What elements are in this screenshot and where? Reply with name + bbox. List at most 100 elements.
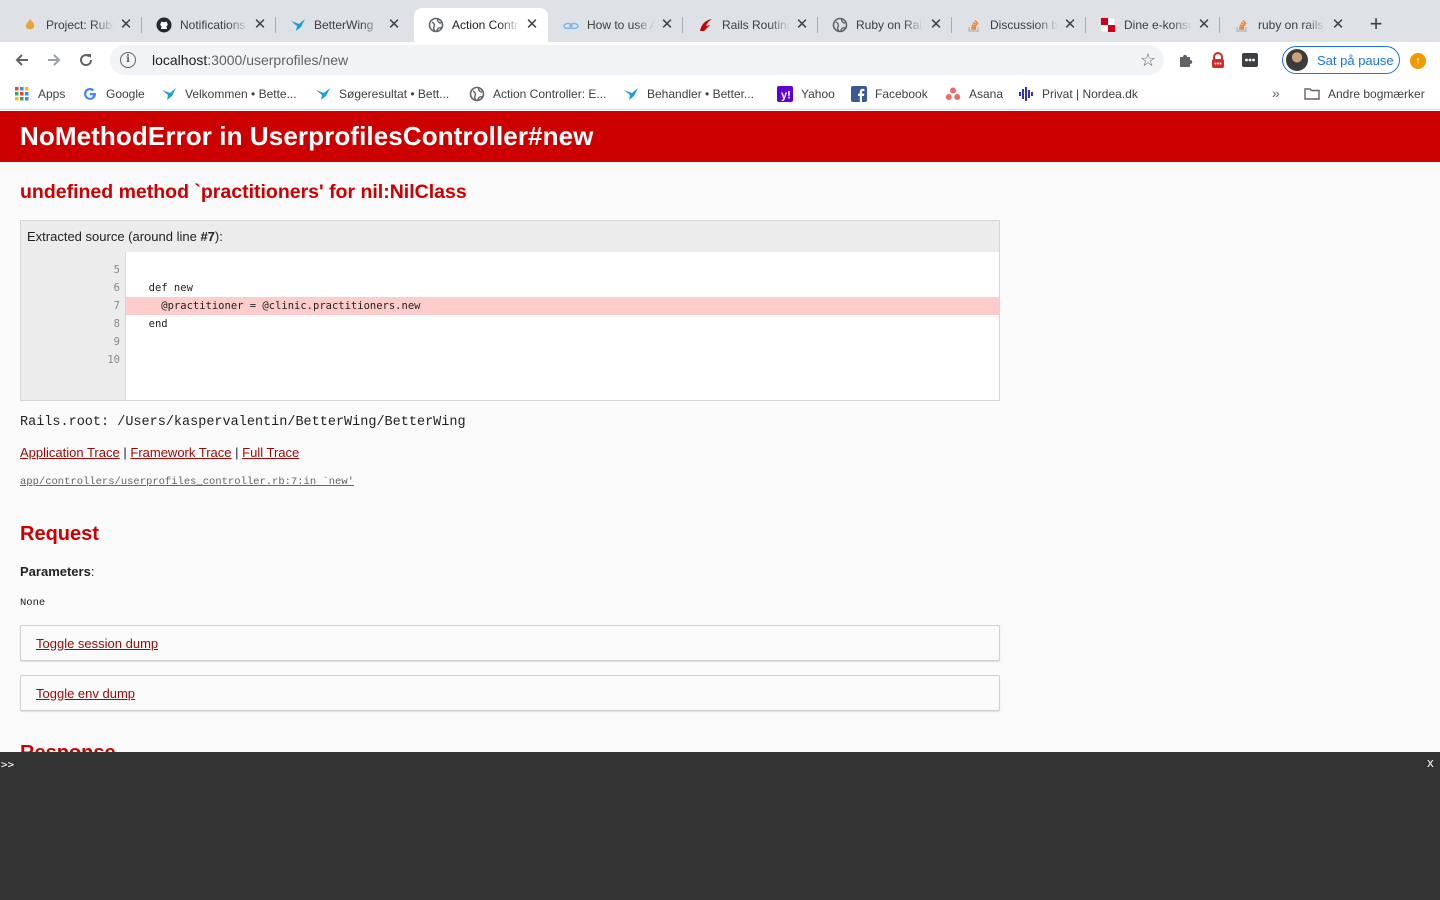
forward-button[interactable] (42, 48, 66, 72)
close-icon[interactable]: ✕ (524, 17, 540, 33)
bookmark-behandler[interactable]: Behandler • Better... (623, 85, 754, 103)
tab-ruby-on-rails[interactable]: Ruby on Rails ✕ (818, 8, 952, 42)
tab-ruby-on-rails-so[interactable]: ruby on rails ✕ (1220, 8, 1354, 42)
svg-text:y!: y! (781, 90, 791, 102)
bookmark-label: Yahoo (801, 87, 835, 101)
star-icon[interactable]: ☆ (1140, 51, 1156, 69)
close-icon[interactable]: ✕ (659, 17, 675, 33)
profile-button[interactable]: Sat på pause (1282, 46, 1400, 74)
bookmark-nordea[interactable]: Privat | Nordea.dk (1018, 85, 1138, 103)
info-icon[interactable]: i (120, 52, 136, 68)
page-title: NoMethodError in UserprofilesController#… (20, 121, 594, 151)
bookmark-label: Privat | Nordea.dk (1042, 87, 1138, 101)
toggle-session-dump-link[interactable]: Toggle session dump (36, 636, 158, 651)
betterwing-icon (161, 86, 177, 102)
close-icon[interactable]: ✕ (1330, 17, 1346, 33)
nordea-icon (1018, 86, 1034, 102)
reload-button[interactable] (74, 48, 98, 72)
close-icon[interactable]: ✕ (1196, 17, 1212, 33)
tab-strip: Project: Ruby on Rails ✕ Notifications ✕… (0, 0, 1440, 42)
new-tab-button[interactable]: + (1364, 13, 1388, 37)
reload-icon (80, 54, 93, 67)
code-line-highlighted: 7 @practitioner = @clinic.practitioners.… (21, 297, 999, 315)
console-close-button[interactable]: x (1427, 756, 1434, 770)
tab-how-to-use[interactable]: How to use Action ✕ (549, 8, 683, 42)
globe-icon (469, 86, 485, 102)
betterwing-icon (623, 86, 639, 102)
google-icon (82, 86, 98, 102)
tab-action-controller[interactable]: Action Controller ✕ (414, 8, 548, 42)
avatar (1286, 49, 1308, 71)
yahoo-icon: y! (777, 86, 793, 102)
globe-icon (832, 17, 848, 33)
bookmark-asana[interactable]: Asana (945, 85, 1003, 103)
bookmark-apps[interactable]: Apps (14, 85, 65, 103)
bookmark-label: Action Controller: E... (493, 87, 607, 101)
parameters-label: Parameters: (20, 564, 95, 579)
dots-extension-icon[interactable] (1241, 51, 1259, 69)
url-text[interactable]: localhost:3000/userprofiles/new (152, 52, 348, 68)
tab-rails-routing[interactable]: Rails Routing from ✕ (684, 8, 818, 42)
puzzle-icon[interactable] (1177, 51, 1195, 69)
tab-discussion[interactable]: Discussion between ✕ (952, 8, 1086, 42)
bookmark-action-controller[interactable]: Action Controller: E... (469, 85, 606, 103)
asana-icon (945, 86, 961, 102)
link-icon (563, 17, 579, 33)
tab-title: How to use Action (587, 18, 655, 32)
arrow-right-icon (48, 54, 61, 66)
apps-grid-icon (14, 86, 30, 102)
close-icon[interactable]: ✕ (928, 17, 944, 33)
close-icon[interactable]: ✕ (252, 17, 268, 33)
framework-trace-link[interactable]: Framework Trace (130, 445, 231, 460)
error-header: NoMethodError in UserprofilesController#… (0, 111, 1440, 162)
tab-title: BetterWing (314, 18, 374, 32)
bookmark-label: Andre bogmærker (1328, 87, 1425, 101)
bookmarks-overflow-button[interactable]: » (1272, 85, 1280, 101)
stackoverflow-icon (966, 17, 982, 33)
source-code: 5 6 def new 7 @practitioner = @clinic.pr… (21, 252, 999, 400)
tab-separator (682, 17, 683, 33)
lastpass-icon[interactable] (1209, 51, 1227, 69)
bookmark-label: Asana (969, 87, 1004, 101)
close-icon[interactable]: ✕ (386, 17, 402, 33)
bookmark-facebook[interactable]: Facebook (851, 85, 928, 103)
update-icon[interactable]: ↑ (1410, 53, 1426, 69)
close-icon[interactable]: ✕ (118, 17, 134, 33)
bookmark-velkommen[interactable]: Velkommen • Bette... (161, 85, 297, 103)
bookmark-label: Behandler • Better... (647, 87, 754, 101)
rails-root: Rails.root: /Users/kaspervalentin/Better… (20, 415, 466, 430)
request-heading: Request (20, 523, 99, 545)
facebook-icon (851, 86, 867, 102)
other-bookmarks-folder[interactable]: Andre bogmærker (1304, 85, 1425, 103)
close-icon[interactable]: ✕ (1062, 17, 1078, 33)
web-console[interactable]: >> x (0, 752, 1440, 900)
application-trace-link[interactable]: Application Trace (20, 445, 120, 460)
bookmark-label: Velkommen • Bette... (185, 87, 297, 101)
tab-title: Project: Ruby on Rails (46, 18, 114, 32)
bookmark-sogeresultat[interactable]: Søgeresultat • Bett... (315, 85, 449, 103)
bookmark-google[interactable]: Google (82, 85, 145, 103)
code-line: 6 def new (113, 282, 193, 294)
rails-icon (698, 17, 714, 33)
toggle-env-dump-link[interactable]: Toggle env dump (36, 686, 135, 701)
source-caption: Extracted source (around line #7): (27, 229, 223, 244)
close-icon[interactable]: ✕ (794, 17, 810, 33)
address-bar[interactable]: i localhost:3000/userprofiles/new ☆ (110, 45, 1164, 75)
tab-dine-ekonsultationer[interactable]: Dine e-konsultationer ✕ (1086, 8, 1220, 42)
full-trace-link[interactable]: Full Trace (242, 445, 299, 460)
back-button[interactable] (10, 48, 34, 72)
github-icon (156, 17, 172, 33)
bookmarks-bar: Apps Google Velkommen • Bette... Søgeres… (0, 78, 1440, 110)
tab-notifications[interactable]: Notifications ✕ (142, 8, 276, 42)
folder-icon (1304, 86, 1320, 102)
tab-title: Discussion between (990, 18, 1058, 32)
tab-project-ruby[interactable]: Project: Ruby on Rails ✕ (8, 8, 142, 42)
bookmark-label: Søgeresultat • Bett... (339, 87, 450, 101)
tab-betterwing[interactable]: BetterWing ✕ (276, 8, 410, 42)
console-prompt[interactable]: >> (1, 758, 14, 771)
betterwing-icon (315, 86, 331, 102)
trace-frame-link[interactable]: app/controllers/userprofiles_controller.… (20, 476, 354, 488)
session-dump-box: Toggle session dump (20, 625, 1000, 661)
trace-links: Application Trace | Framework Trace | Fu… (20, 445, 299, 460)
bookmark-yahoo[interactable]: y! Yahoo (777, 85, 835, 103)
